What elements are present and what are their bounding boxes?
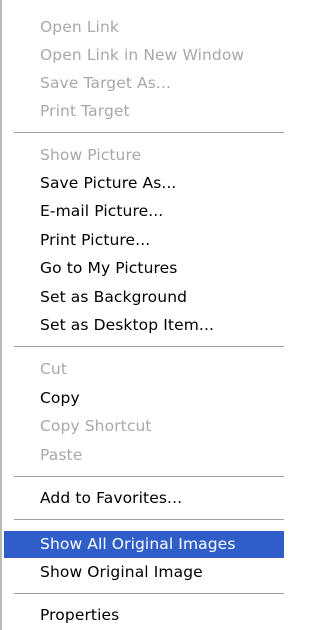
menu-separator bbox=[14, 132, 284, 134]
menu-item-show-all-original-images[interactable]: Show All Original Images bbox=[4, 531, 284, 558]
menu-item-show-original-image[interactable]: Show Original Image bbox=[4, 559, 284, 586]
menu-separator bbox=[14, 519, 284, 521]
menu-separator bbox=[14, 593, 284, 595]
menu-item-save-target-as[interactable]: Save Target As... bbox=[4, 70, 284, 97]
menu-item-copy-shortcut[interactable]: Copy Shortcut bbox=[4, 413, 284, 440]
menu-item-print-target[interactable]: Print Target bbox=[4, 98, 284, 125]
menu-item-set-as-background[interactable]: Set as Background bbox=[4, 284, 284, 311]
menu-separator bbox=[14, 346, 284, 348]
menu-separator bbox=[14, 476, 284, 478]
menu-item-add-to-favorites[interactable]: Add to Favorites... bbox=[4, 485, 284, 512]
menu-item-print-picture[interactable]: Print Picture... bbox=[4, 227, 284, 254]
menu-item-show-picture[interactable]: Show Picture bbox=[4, 142, 284, 169]
menu-item-save-picture-as[interactable]: Save Picture As... bbox=[4, 170, 284, 197]
menu-item-properties[interactable]: Properties bbox=[4, 602, 284, 629]
menu-item-set-as-desktop-item[interactable]: Set as Desktop Item... bbox=[4, 312, 284, 339]
context-menu: Open Link Open Link in New Window Save T… bbox=[0, 0, 284, 630]
menu-item-go-to-my-pictures[interactable]: Go to My Pictures bbox=[4, 255, 284, 282]
menu-item-open-link-new-window[interactable]: Open Link in New Window bbox=[4, 42, 284, 69]
menu-item-email-picture[interactable]: E-mail Picture... bbox=[4, 198, 284, 225]
menu-item-copy[interactable]: Copy bbox=[4, 385, 284, 412]
menu-item-paste[interactable]: Paste bbox=[4, 442, 284, 469]
menu-item-cut[interactable]: Cut bbox=[4, 356, 284, 383]
menu-item-open-link[interactable]: Open Link bbox=[4, 14, 284, 41]
